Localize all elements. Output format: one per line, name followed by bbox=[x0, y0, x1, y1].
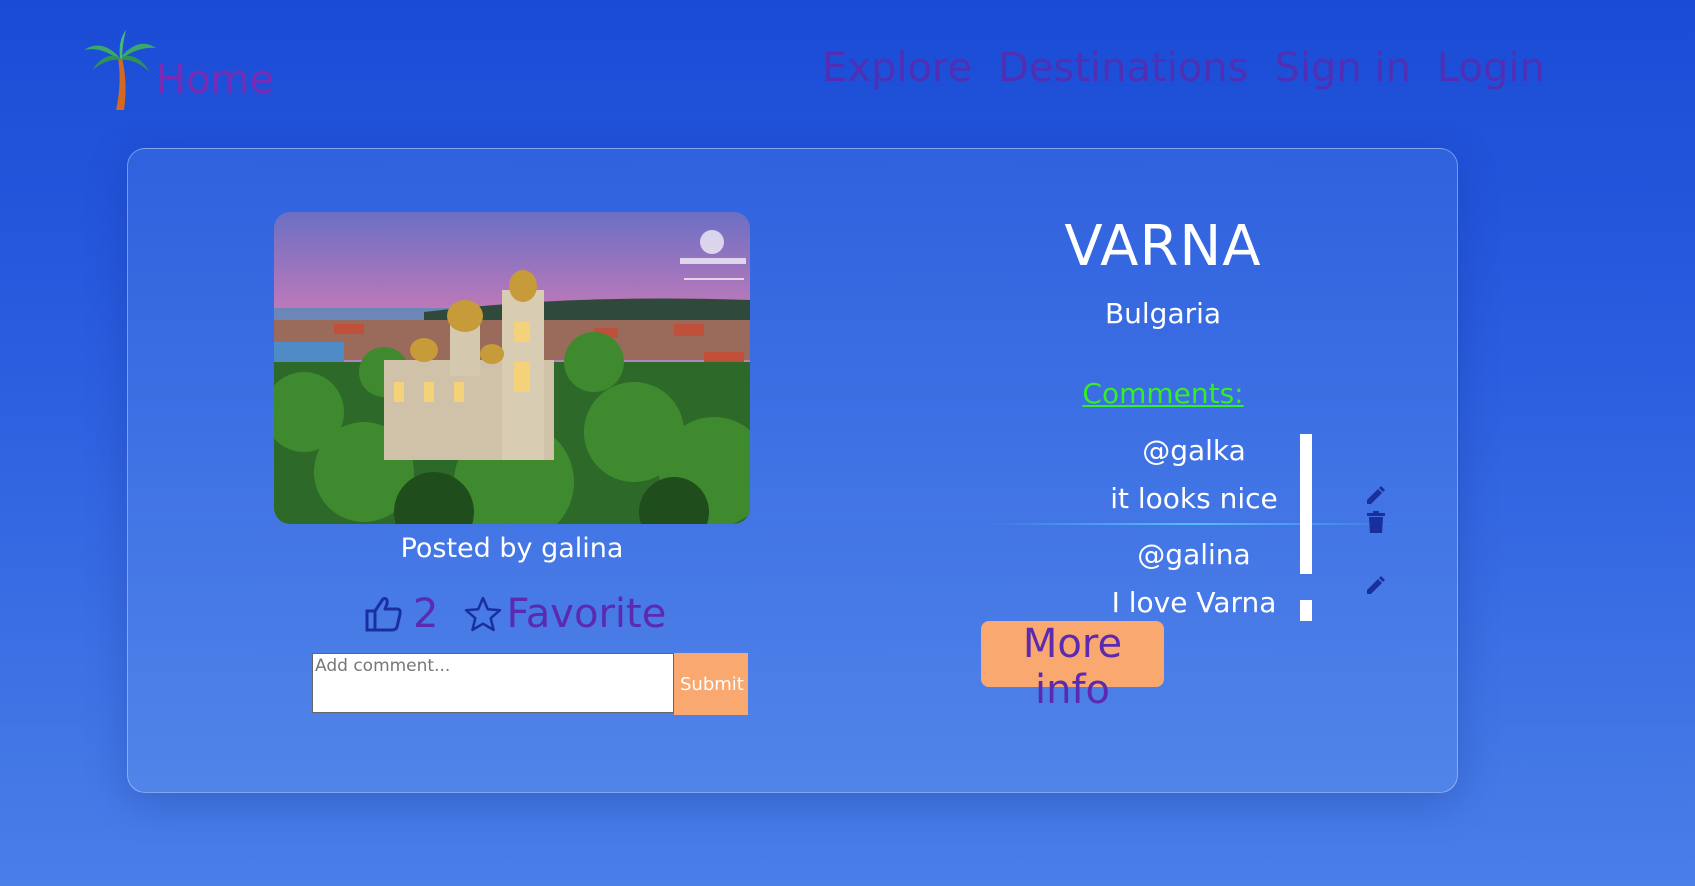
star-icon bbox=[465, 596, 502, 632]
comment-text: I love Varna bbox=[1111, 586, 1277, 619]
destination-title: VARNA bbox=[1064, 214, 1262, 279]
destination-country: Bulgaria bbox=[1104, 297, 1222, 330]
nav-sign-in-link[interactable]: Sign in bbox=[1274, 48, 1410, 88]
nav-explore-link[interactable]: Explore bbox=[822, 48, 972, 88]
comment-item: @galina I love Varna bbox=[988, 525, 1400, 627]
edit-icon[interactable] bbox=[1364, 575, 1386, 597]
comment-text: it looks nice bbox=[1110, 482, 1278, 515]
comment-user: @galka bbox=[1142, 434, 1246, 467]
favorite-label: Favorite bbox=[506, 591, 667, 637]
comment-item: @galka it looks nice bbox=[988, 421, 1400, 533]
like-button[interactable]: 2 bbox=[365, 591, 438, 637]
nav-destinations-link[interactable]: Destinations bbox=[998, 48, 1248, 88]
scrollbar-thumb[interactable] bbox=[1300, 434, 1312, 574]
navbar: Home Explore Destinations Sign in Login bbox=[0, 0, 1695, 140]
edit-icon[interactable] bbox=[1364, 485, 1386, 507]
nav-links: Explore Destinations Sign in Login bbox=[822, 48, 1545, 88]
home-link[interactable]: Home bbox=[82, 28, 274, 112]
comments-scrollbar[interactable] bbox=[1300, 434, 1312, 621]
more-info-button[interactable]: More info bbox=[981, 621, 1164, 713]
comment-user: @galina bbox=[1137, 538, 1251, 571]
comment-form: Submit bbox=[312, 653, 748, 715]
comment-input[interactable] bbox=[312, 653, 674, 713]
submit-button[interactable]: Submit bbox=[674, 653, 748, 715]
destination-card: Posted by galina 2 Favorite Submit VARNA… bbox=[127, 148, 1458, 793]
comments-heading: Comments: bbox=[1082, 377, 1244, 410]
nav-login-link[interactable]: Login bbox=[1437, 48, 1545, 88]
favorite-button[interactable]: Favorite bbox=[464, 591, 666, 637]
scrollbar-handle[interactable] bbox=[1300, 600, 1312, 621]
like-count: 2 bbox=[413, 591, 439, 637]
card-actions: 2 Favorite bbox=[365, 591, 666, 637]
thumbs-up-icon bbox=[365, 597, 402, 632]
palm-tree-icon bbox=[84, 30, 156, 110]
home-label: Home bbox=[156, 57, 275, 103]
destination-photo bbox=[274, 212, 750, 524]
posted-by-text: Posted by galina bbox=[400, 533, 624, 564]
